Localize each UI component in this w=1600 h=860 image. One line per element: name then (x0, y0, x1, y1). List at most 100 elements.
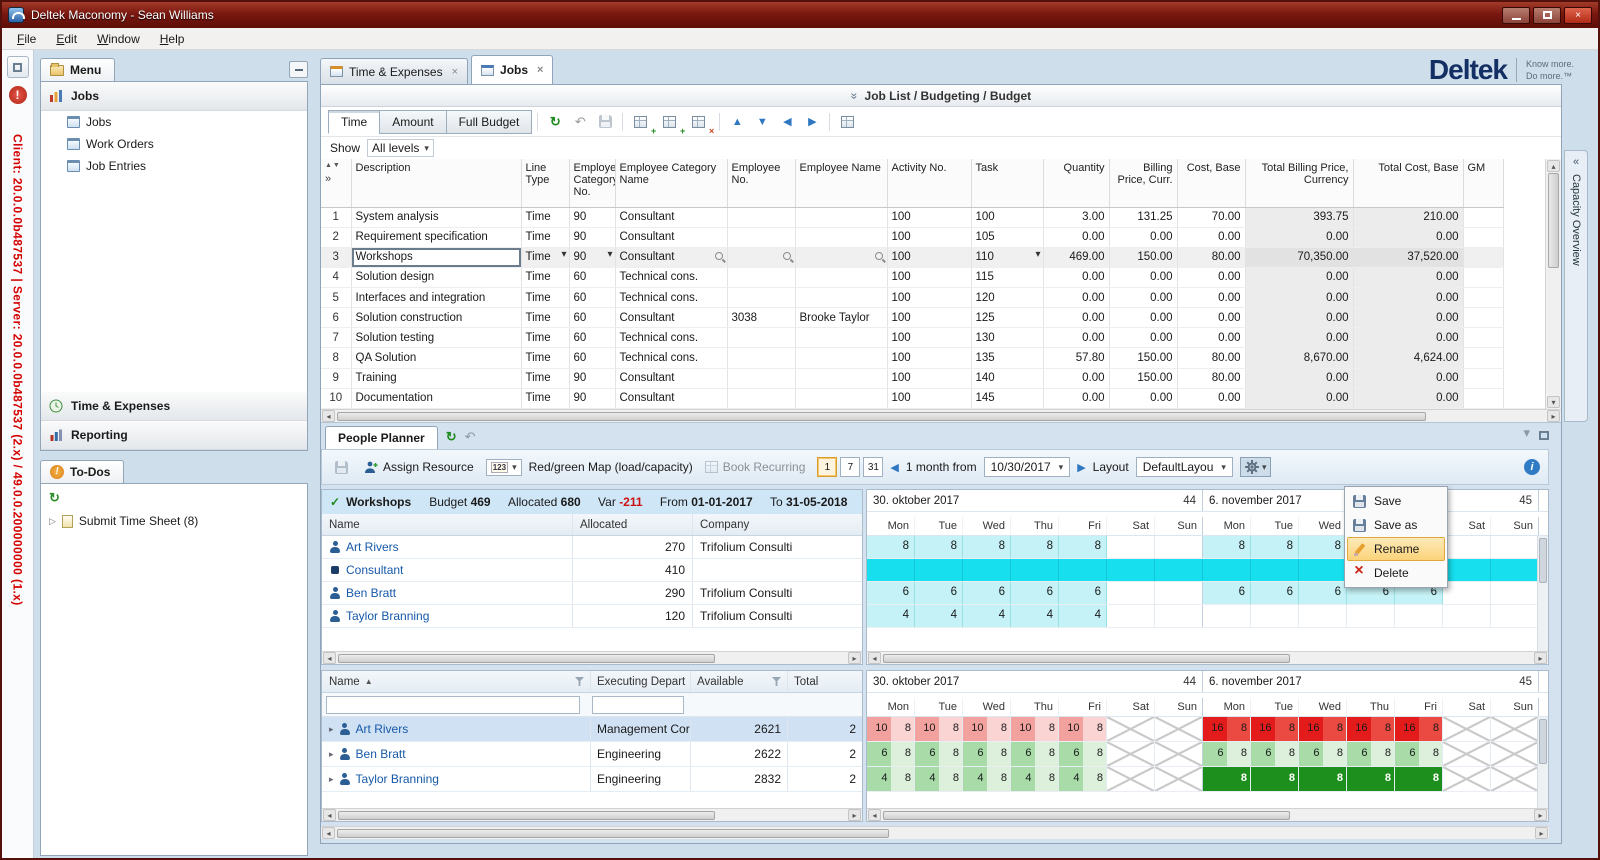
view-tab[interactable]: Full Budget (446, 110, 533, 134)
grid-view-button[interactable] (836, 112, 858, 132)
menu-item[interactable]: Edit (47, 29, 86, 49)
load-cell[interactable] (1443, 742, 1491, 766)
load-cell[interactable]: 168 (1203, 717, 1251, 741)
prev-period-button[interactable]: ◀ (890, 461, 898, 474)
load-cell[interactable]: 108 (963, 717, 1011, 741)
resource-grid-scrollbar[interactable]: ◂ ▸ (322, 808, 862, 821)
billing-price-cell[interactable]: 0.00 (1109, 267, 1177, 287)
allocation-cell[interactable] (1395, 605, 1443, 627)
calendar-vertical-scrollbar[interactable] (1537, 536, 1548, 651)
column-header[interactable]: GM (1463, 159, 1503, 207)
billing-price-cell[interactable]: 0.00 (1109, 288, 1177, 308)
allocation-cell[interactable]: 4 (915, 605, 963, 627)
menu-item[interactable]: File (8, 29, 45, 49)
allocation-cell[interactable] (1491, 582, 1539, 604)
allocation-cell[interactable]: 8 (915, 536, 963, 558)
title-bar[interactable]: Deltek Maconomy - Sean Williams × (2, 2, 1598, 28)
scroll-thumb[interactable] (338, 811, 715, 820)
allocation-grid-scrollbar[interactable]: ◂ ▸ (322, 651, 862, 664)
allocation-cell[interactable]: 8 (1011, 536, 1059, 558)
employee-category-no-cell[interactable]: 90 (569, 388, 615, 408)
line-type-cell[interactable]: Time (521, 288, 569, 308)
quantity-cell[interactable]: 0.00 (1043, 308, 1109, 328)
load-cell[interactable] (1491, 742, 1539, 766)
budget-row[interactable]: 5 Interfaces and integration Time 60 Tec… (321, 288, 1503, 308)
employee-category-name-cell[interactable]: Consultant (615, 207, 727, 227)
sidebar-item[interactable]: Job Entries (41, 155, 307, 177)
line-type-cell[interactable]: Time (521, 308, 569, 328)
cost-base-cell[interactable]: 0.00 (1177, 227, 1245, 247)
close-button[interactable]: × (1564, 7, 1592, 24)
load-cell[interactable]: 168 (1251, 717, 1299, 741)
column-header[interactable]: Description (351, 159, 521, 207)
menu-item[interactable]: Window (88, 29, 149, 49)
resource-link[interactable]: Art Rivers (346, 540, 399, 554)
allocation-cell[interactable] (1155, 582, 1203, 604)
employee-name-cell[interactable] (795, 328, 887, 348)
load-cell[interactable]: 68 (915, 742, 963, 766)
employee-no-cell[interactable] (727, 247, 795, 267)
calendar-vertical-scrollbar[interactable] (1537, 717, 1548, 808)
allocation-cell[interactable] (1347, 605, 1395, 627)
employee-category-no-cell[interactable]: 60 (569, 288, 615, 308)
activity-no-cell[interactable]: 100 (887, 348, 971, 368)
load-cell[interactable] (1491, 717, 1539, 741)
allocation-cell[interactable] (963, 559, 1011, 581)
budget-horizontal-scrollbar[interactable]: ◂ ▸ (321, 409, 1561, 422)
indent-button[interactable]: ▶ (801, 112, 823, 132)
context-menu-item[interactable]: Save as (1347, 513, 1445, 537)
allocation-cell[interactable] (1251, 559, 1299, 581)
map-mode-dropdown[interactable]: 123 ▾ (486, 459, 522, 476)
load-cell[interactable] (1443, 767, 1491, 791)
activity-no-cell[interactable]: 100 (887, 388, 971, 408)
load-cell[interactable]: 48 (867, 767, 915, 791)
task-cell[interactable]: 115 (971, 267, 1043, 287)
scroll-left-icon[interactable]: ◂ (323, 652, 336, 664)
employee-category-name-cell[interactable]: Consultant (615, 308, 727, 328)
resource-link[interactable]: Taylor Branning (356, 772, 439, 786)
load-cell[interactable]: 68 (963, 742, 1011, 766)
add-line-button[interactable]: + (629, 112, 651, 132)
column-header[interactable]: Company (692, 514, 862, 535)
employee-category-no-cell[interactable]: 90 (569, 247, 615, 267)
scroll-thumb[interactable] (337, 829, 889, 838)
scroll-thumb[interactable] (883, 811, 1290, 820)
employee-name-cell[interactable] (795, 267, 887, 287)
column-header[interactable]: Task (971, 159, 1043, 207)
quantity-cell[interactable]: 0.00 (1043, 368, 1109, 388)
load-cell[interactable]: 68 (1059, 742, 1107, 766)
load-cell[interactable]: 8 (1251, 767, 1299, 791)
allocation-cell[interactable]: 8 (1299, 536, 1347, 558)
expand-panel-icon[interactable]: « (1573, 156, 1579, 168)
scroll-right-icon[interactable]: ▸ (1535, 827, 1548, 839)
resource-row[interactable]: ▸Taylor Branning Engineering 2832 2 (322, 767, 862, 792)
alert-icon[interactable]: ! (9, 86, 27, 104)
move-down-button[interactable]: ▼ (751, 112, 773, 132)
activity-no-cell[interactable]: 100 (887, 267, 971, 287)
quantity-cell[interactable]: 3.00 (1043, 207, 1109, 227)
allocation-row[interactable]: Ben Bratt 290 Trifolium Consulti (322, 582, 862, 605)
employee-name-cell[interactable] (795, 388, 887, 408)
budget-row[interactable]: 7 Solution testing Time 60 Technical con… (321, 328, 1503, 348)
save-button[interactable] (594, 112, 616, 132)
cost-base-cell[interactable]: 0.00 (1177, 267, 1245, 287)
scroll-down-icon[interactable]: ▾ (1547, 396, 1560, 408)
next-period-button[interactable]: ▶ (1077, 461, 1085, 474)
allocation-cell[interactable] (1299, 605, 1347, 627)
task-cell[interactable]: 140 (971, 368, 1043, 388)
allocation-cell[interactable]: 8 (1203, 536, 1251, 558)
layout-dropdown[interactable]: DefaultLayou ▾ (1136, 457, 1233, 477)
allocation-cell[interactable] (1155, 605, 1203, 627)
maximize-planner-icon[interactable] (1539, 431, 1549, 440)
allocation-calendar-scrollbar[interactable]: ◂ ▸ (867, 651, 1548, 664)
allocation-cell[interactable]: 4 (1059, 605, 1107, 627)
column-header[interactable]: Allocated (572, 514, 692, 535)
load-cell[interactable]: 108 (1011, 717, 1059, 741)
reorder-column-header[interactable]: ▲▼» (321, 159, 351, 207)
employee-name-cell[interactable]: Brooke Taylor (795, 308, 887, 328)
view-tab[interactable]: Amount (379, 110, 446, 134)
budget-row[interactable]: 9 Training Time 90 Consultant 100 140 0.… (321, 368, 1503, 388)
scroll-left-icon[interactable]: ◂ (868, 809, 881, 821)
activity-no-cell[interactable]: 100 (887, 288, 971, 308)
description-cell[interactable]: Solution testing (351, 328, 521, 348)
